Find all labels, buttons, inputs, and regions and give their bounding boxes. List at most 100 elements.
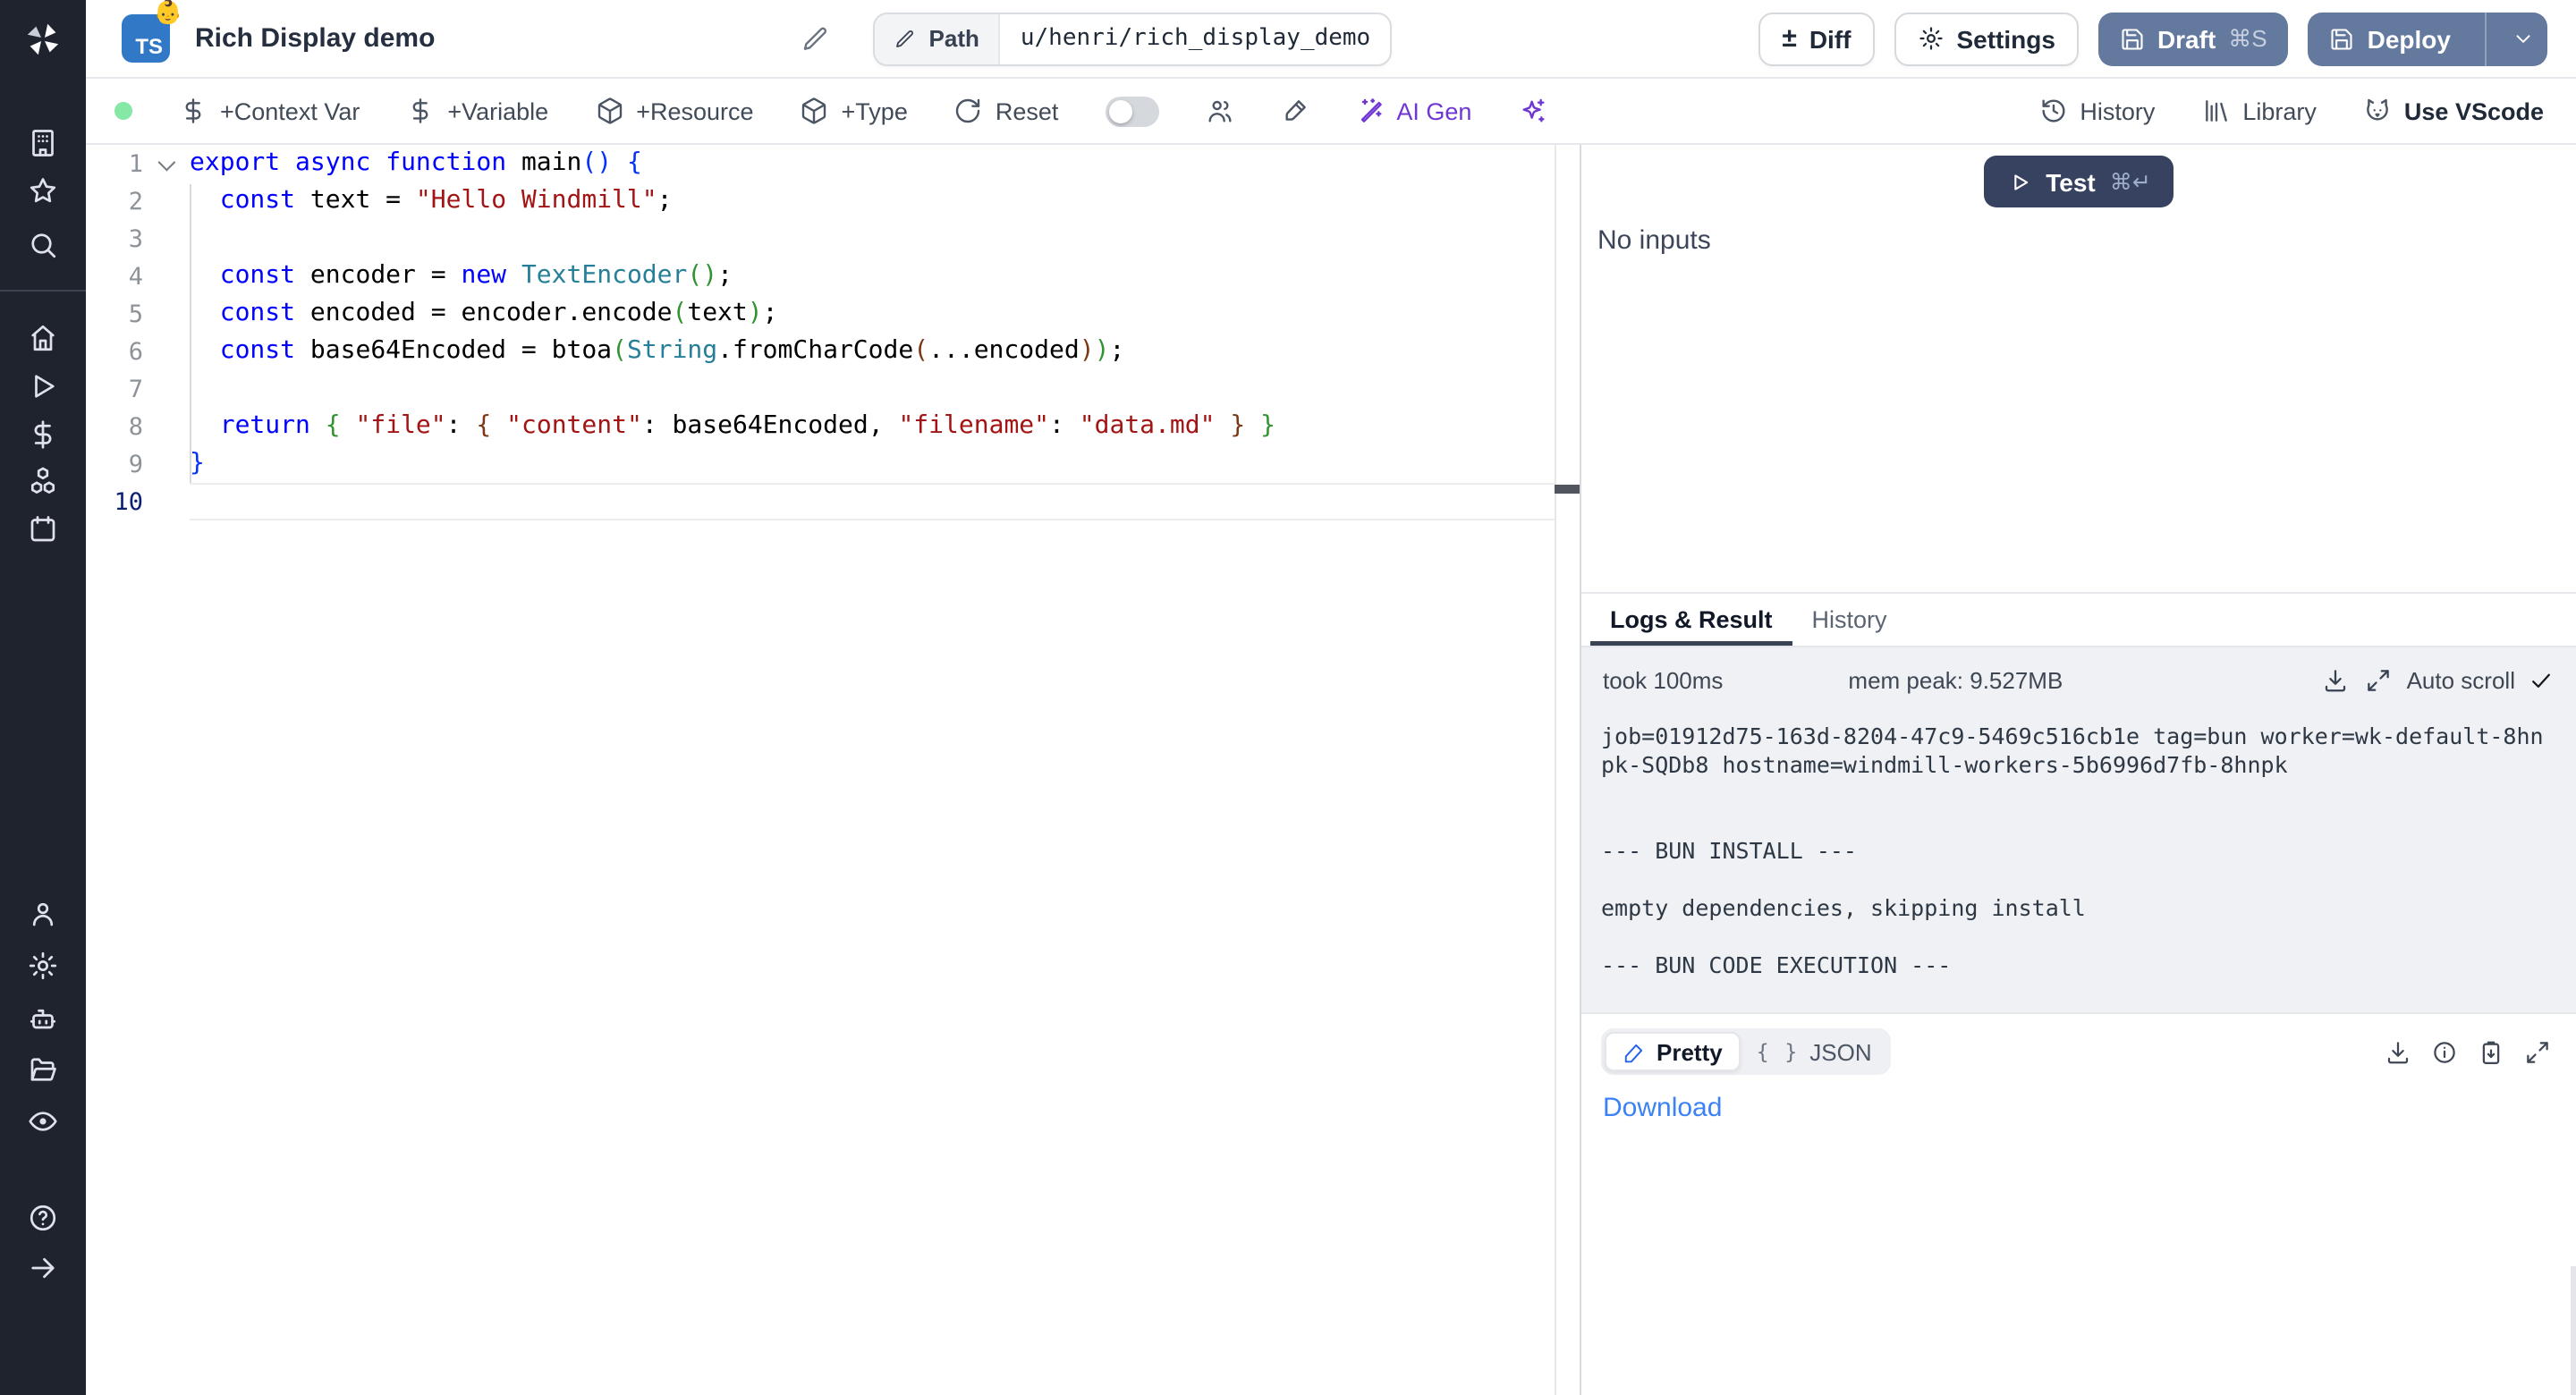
sidebar-item-favorites[interactable] <box>27 175 59 207</box>
arrow-right-icon <box>27 1252 59 1284</box>
code-editor[interactable]: 12345678910 export async function main()… <box>86 145 1580 1395</box>
editor-overview-ruler[interactable] <box>1555 145 1580 1395</box>
expand-result-icon[interactable] <box>2524 1038 2551 1065</box>
sidebar-item-resources[interactable] <box>27 465 59 497</box>
download-link[interactable]: Download <box>1603 1093 1722 1123</box>
diff-button[interactable]: ± Diff <box>1758 12 1874 65</box>
cat-icon <box>2363 97 2392 125</box>
check-icon[interactable] <box>2528 666 2555 693</box>
result-section: Pretty { } JSON <box>1581 1012 2576 1395</box>
main-area: TS 👶 Rich Display demo Path u/henri/rich… <box>86 0 2576 1395</box>
path-value: u/henri/rich_display_demo <box>1001 13 1390 63</box>
folder-open-icon <box>27 1053 59 1086</box>
user-icon <box>27 898 59 930</box>
ai-gen-button[interactable]: AI Gen <box>1355 97 1471 125</box>
test-button[interactable]: Test ⌘↵ <box>1983 156 2174 207</box>
help-circle-icon <box>27 1202 59 1234</box>
log-output: job=01912d75-163d-8204-47c9-5469c516cb1e… <box>1581 712 2576 991</box>
save-icon <box>2120 26 2145 51</box>
gear-icon <box>27 950 59 982</box>
history-button[interactable]: History <box>2038 97 2155 125</box>
edit-summary-icon[interactable] <box>802 24 831 53</box>
view-pretty-button[interactable]: Pretty <box>1605 1032 1741 1071</box>
tab-logs-result[interactable]: Logs & Result <box>1590 594 1792 646</box>
info-icon[interactable] <box>2431 1038 2458 1065</box>
sidebar-collapse-toggle[interactable] <box>27 1252 59 1284</box>
script-title: Rich Display demo <box>195 23 435 54</box>
sidebar-item-search[interactable] <box>27 229 59 261</box>
windmill-logo-icon[interactable] <box>21 18 64 61</box>
sidebar-item-help[interactable] <box>27 1202 59 1234</box>
building-icon <box>27 127 59 159</box>
sidebar-item-folders[interactable] <box>27 1053 59 1086</box>
toggle-knob <box>1108 99 1131 123</box>
use-vscode-button[interactable]: Use VScode <box>2363 97 2544 125</box>
deploy-button[interactable]: Deploy <box>2309 12 2547 65</box>
view-json-button[interactable]: { } JSON <box>1741 1032 1888 1071</box>
bottom-tabs: Logs & Result History <box>1581 592 2576 647</box>
add-context-var-button[interactable]: +Context Var <box>179 97 360 125</box>
panel-scrollbar[interactable] <box>2571 1266 2576 1395</box>
save-draft-button[interactable]: Draft ⌘S <box>2098 12 2289 65</box>
windmill-script-editor: TS 👶 Rich Display demo Path u/henri/rich… <box>0 0 2576 1395</box>
path-edit-button[interactable]: Path <box>876 13 1001 63</box>
expand-logs-icon[interactable] <box>2366 666 2393 693</box>
test-shortcut: ⌘↵ <box>2110 168 2151 195</box>
sidebar-item-account[interactable] <box>27 898 59 930</box>
library-icon <box>2201 97 2230 125</box>
pencil-icon <box>802 24 831 53</box>
sidebar-item-variables[interactable] <box>27 418 59 451</box>
result-view-toggle: Pretty { } JSON <box>1601 1028 1892 1075</box>
download-logs-icon[interactable] <box>2323 666 2350 693</box>
bot-icon <box>27 1003 59 1036</box>
home-icon <box>27 322 59 354</box>
sidebar-item-workspace[interactable] <box>27 127 59 159</box>
library-button[interactable]: Library <box>2201 97 2317 125</box>
sidebar-item-schedules[interactable] <box>27 513 59 545</box>
chevron-down-icon <box>2512 27 2535 50</box>
summary-emoji: 👶 <box>154 2 182 25</box>
pencil-icon <box>895 28 917 49</box>
dollar-sign-icon <box>27 418 59 451</box>
sidebar-item-settings[interactable] <box>27 950 59 982</box>
cursor-position-mark <box>1555 485 1580 494</box>
sparkles-icon[interactable] <box>1518 97 1546 125</box>
play-icon <box>27 370 59 402</box>
star-icon <box>27 175 59 207</box>
sidebar-item-home[interactable] <box>27 322 59 354</box>
sidebar-item-audit-logs[interactable] <box>27 1105 59 1137</box>
app-sidebar <box>0 0 86 1395</box>
path-control[interactable]: Path u/henri/rich_display_demo <box>874 12 1393 65</box>
sidebar-item-runs[interactable] <box>27 370 59 402</box>
add-resource-button[interactable]: +Resource <box>595 97 753 125</box>
settings-button[interactable]: Settings <box>1894 12 2078 65</box>
paintbrush-icon[interactable] <box>1280 97 1309 125</box>
sidebar-divider <box>0 290 86 292</box>
users-icon[interactable] <box>1205 97 1233 125</box>
path-label: Path <box>929 25 979 52</box>
download-result-icon[interactable] <box>2385 1038 2411 1065</box>
add-variable-button[interactable]: +Variable <box>406 97 548 125</box>
braces-icon: { } <box>1757 1039 1800 1064</box>
auto-scroll-label[interactable]: Auto scroll <box>2407 666 2515 693</box>
deploy-dropdown[interactable] <box>2499 12 2547 65</box>
deploy-main[interactable]: Deploy <box>2309 12 2472 65</box>
add-type-button[interactable]: +Type <box>801 97 908 125</box>
no-inputs-text: No inputs <box>1597 225 2576 256</box>
sidebar-item-workers[interactable] <box>27 1003 59 1036</box>
history-icon <box>2038 97 2067 125</box>
clipboard-icon[interactable] <box>2478 1038 2504 1065</box>
tab-history[interactable]: History <box>1792 594 1907 646</box>
calendar-icon <box>27 513 59 545</box>
play-icon <box>2006 169 2031 194</box>
inputs-section: Test ⌘↵ No inputs <box>1581 145 2576 592</box>
diff-mode-toggle[interactable] <box>1105 96 1158 126</box>
run-panel: Test ⌘↵ No inputs Logs & Result History … <box>1580 145 2576 1395</box>
pen-icon <box>1623 1040 1646 1063</box>
mem-peak-label: mem peak: 9.527MB <box>1848 666 2063 693</box>
reset-button[interactable]: Reset <box>954 97 1059 125</box>
draft-shortcut: ⌘S <box>2228 24 2267 53</box>
editor-code-lines[interactable]: export async function main() { const tex… <box>190 145 1555 520</box>
top-bar: TS 👶 Rich Display demo Path u/henri/rich… <box>86 0 2576 79</box>
typescript-badge: TS 👶 <box>122 14 170 63</box>
